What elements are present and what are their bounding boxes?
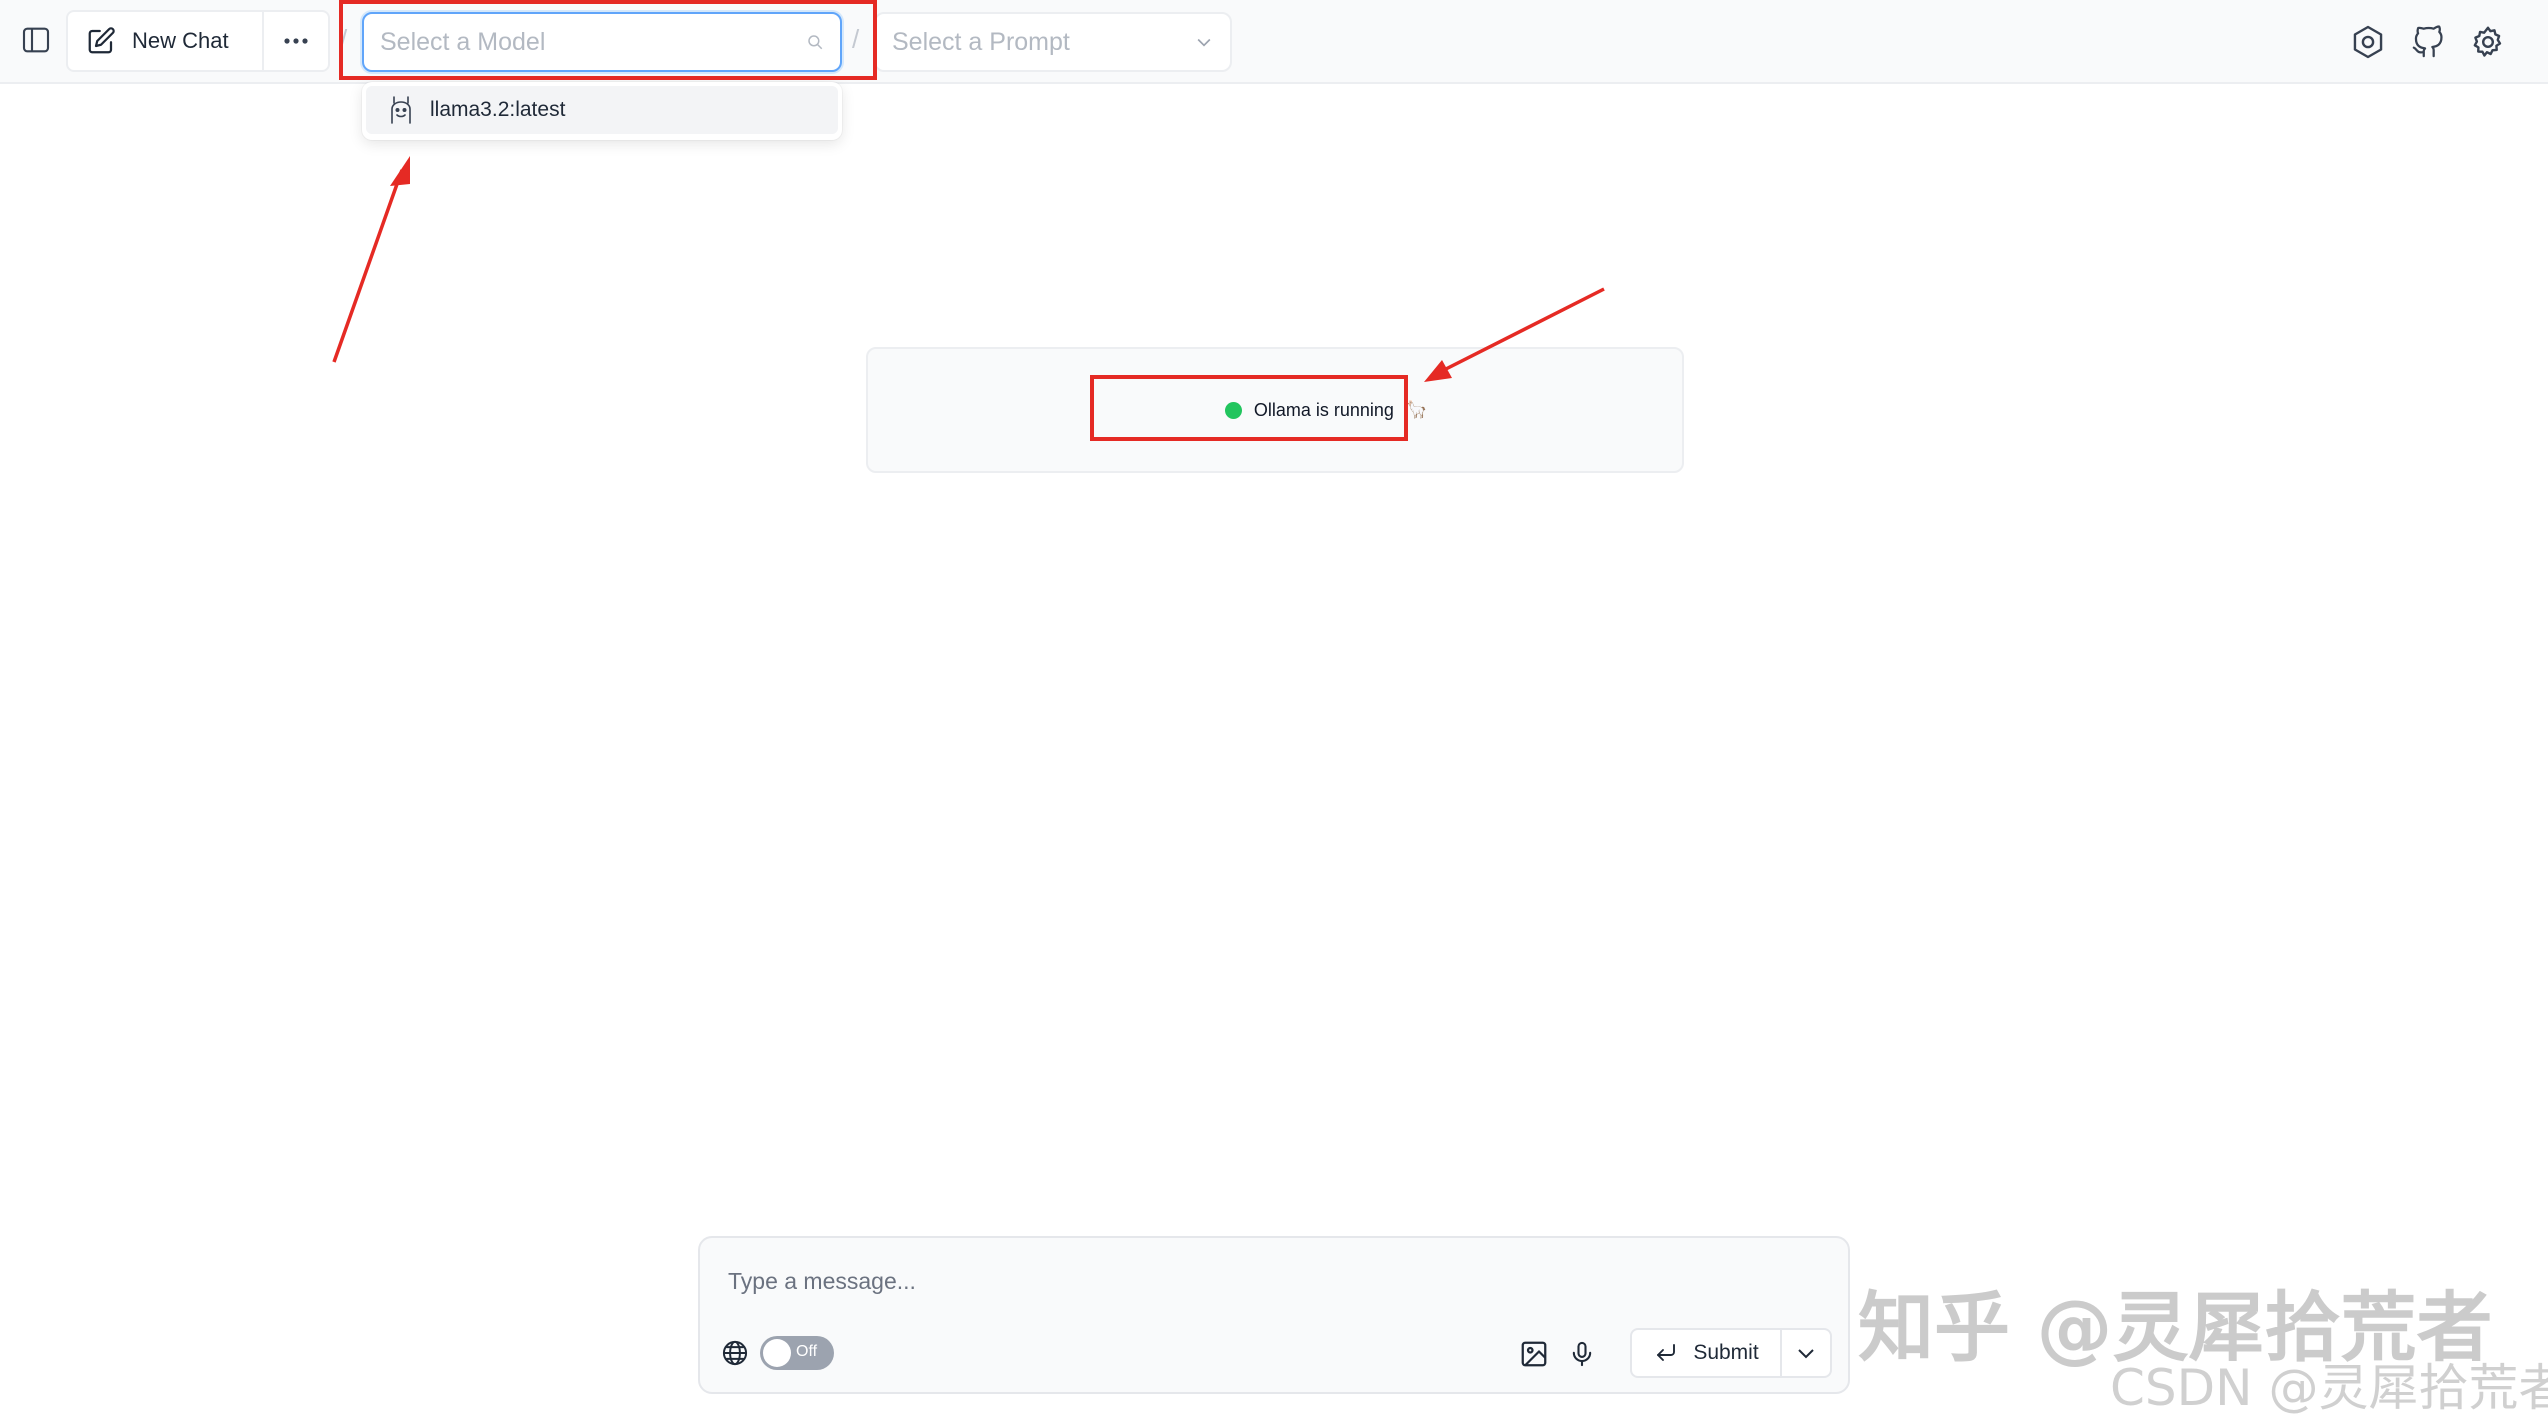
settings-button[interactable] xyxy=(2466,20,2510,64)
submit-button[interactable]: Submit xyxy=(1632,1330,1782,1376)
submit-label: Submit xyxy=(1693,1341,1759,1364)
gear-icon xyxy=(2473,26,2502,57)
enter-icon xyxy=(1657,1344,1676,1361)
breadcrumb-separator: / xyxy=(852,24,860,54)
model-select[interactable] xyxy=(362,12,842,72)
top-header: New Chat / / Select a Prompt xyxy=(0,0,2548,84)
breadcrumb-separator: / xyxy=(340,24,348,54)
submit-options-button[interactable] xyxy=(1782,1330,1830,1376)
model-dropdown: llama3.2:latest xyxy=(362,82,842,140)
microphone-icon xyxy=(1572,1341,1592,1367)
web-search-toggle[interactable]: Off xyxy=(760,1336,834,1370)
chevron-down-icon xyxy=(1798,1349,1814,1359)
image-icon xyxy=(1521,1341,1547,1367)
sidebar-toggle-icon xyxy=(22,27,50,53)
more-horizontal-icon xyxy=(284,38,308,44)
new-chat-label: New Chat xyxy=(132,28,229,53)
voice-input-button[interactable] xyxy=(1562,1334,1602,1374)
new-chat-button[interactable]: New Chat xyxy=(68,12,264,70)
submit-group: Submit xyxy=(1630,1328,1832,1378)
search-icon xyxy=(808,35,823,50)
edit-icon xyxy=(88,27,115,54)
llama-emoji: 🦙 xyxy=(1405,400,1428,419)
globe-icon xyxy=(722,1340,748,1366)
watermark-csdn: CSDN @灵犀拾荒者 xyxy=(2110,1359,2548,1417)
status-card: Ollama is running 🦙 xyxy=(866,347,1684,473)
prompt-select-placeholder: Select a Prompt xyxy=(892,27,1070,56)
llama-icon xyxy=(391,96,411,124)
toggle-knob xyxy=(763,1339,791,1367)
status-text: Ollama is running xyxy=(1253,399,1394,420)
settings-cog-icon xyxy=(2353,25,2383,59)
web-search-button[interactable] xyxy=(718,1336,752,1370)
more-options-button[interactable] xyxy=(264,12,328,70)
message-composer: Off Submit xyxy=(698,1236,1850,1394)
ollama-status: Ollama is running 🦙 xyxy=(1172,385,1480,435)
status-indicator-dot xyxy=(1224,401,1242,419)
annotation-arrow xyxy=(332,156,410,363)
chevron-down-icon xyxy=(1197,38,1211,47)
annotation-arrows xyxy=(332,156,1605,382)
model-settings-button[interactable] xyxy=(2346,20,2390,64)
message-input[interactable] xyxy=(728,1268,1808,1308)
model-option[interactable]: llama3.2:latest xyxy=(366,86,838,134)
chat-actions-group: New Chat xyxy=(66,10,330,72)
github-button[interactable] xyxy=(2406,20,2450,64)
model-option-label: llama3.2:latest xyxy=(430,98,566,121)
github-icon xyxy=(2412,25,2443,58)
model-search-input[interactable] xyxy=(380,27,806,57)
toggle-label: Off xyxy=(796,1343,818,1360)
sidebar-toggle-button[interactable] xyxy=(14,18,58,62)
prompt-select[interactable]: Select a Prompt xyxy=(874,12,1232,72)
upload-image-button[interactable] xyxy=(1514,1334,1554,1374)
